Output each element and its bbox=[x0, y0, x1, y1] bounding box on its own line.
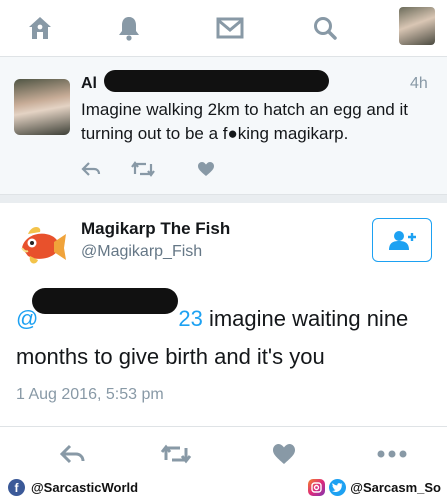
reply-action-like-icon[interactable] bbox=[193, 158, 219, 180]
divider bbox=[0, 426, 447, 427]
author-name[interactable]: Magikarp The Fish bbox=[81, 219, 230, 239]
twitter-icon bbox=[329, 479, 347, 496]
reply-timestamp: 4h bbox=[410, 75, 428, 92]
redaction-mark bbox=[32, 288, 178, 314]
add-user-icon bbox=[389, 231, 416, 250]
watermark-left: f @SarcasticWorld bbox=[8, 479, 138, 496]
reply-author-avatar[interactable] bbox=[14, 79, 70, 135]
retweet-icon[interactable] bbox=[157, 440, 195, 468]
divider bbox=[0, 195, 447, 203]
redaction-mark bbox=[104, 70, 329, 92]
tweet-timestamp: 1 Aug 2016, 5:53 pm bbox=[16, 386, 164, 403]
instagram-icon bbox=[308, 479, 326, 496]
follow-button[interactable] bbox=[372, 218, 432, 262]
more-options-icon[interactable] bbox=[372, 440, 412, 468]
like-icon[interactable] bbox=[268, 440, 300, 468]
reply-action-reply-icon[interactable] bbox=[78, 158, 104, 180]
watermark-right: @Sarcasm_So bbox=[308, 479, 441, 496]
reply-action-retweet-icon[interactable] bbox=[128, 158, 158, 180]
messages-envelope-icon[interactable] bbox=[212, 10, 248, 46]
top-nav-bar bbox=[0, 0, 447, 57]
search-icon[interactable] bbox=[307, 10, 343, 46]
reply-author-name[interactable]: Al bbox=[81, 75, 97, 93]
facebook-icon: f bbox=[8, 479, 25, 496]
author-handle[interactable]: @Magikarp_Fish bbox=[81, 243, 202, 261]
notifications-bell-icon[interactable] bbox=[111, 10, 147, 46]
reply-icon[interactable] bbox=[56, 440, 88, 468]
profile-avatar[interactable] bbox=[399, 7, 435, 45]
magikarp-avatar[interactable] bbox=[14, 218, 70, 274]
watermark-right-handle: @Sarcasm_So bbox=[350, 480, 441, 495]
watermark-left-handle: @SarcasticWorld bbox=[31, 480, 139, 495]
home-icon[interactable] bbox=[22, 10, 58, 46]
reply-tweet-text: Imagine walking 2km to hatch an egg and … bbox=[81, 100, 408, 143]
